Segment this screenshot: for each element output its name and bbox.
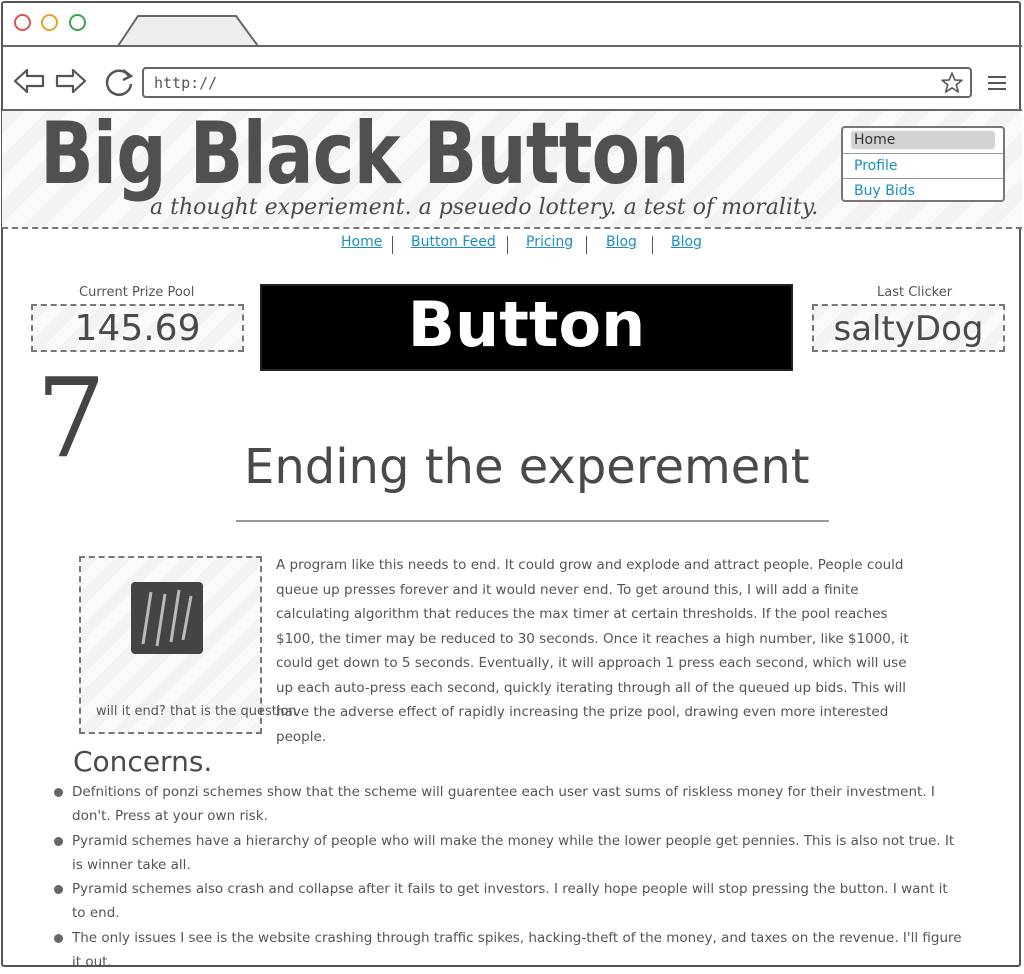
site-tagline: a thought experiement. a pseuedo lottery…: [150, 195, 819, 220]
nav-link-blog[interactable]: Blog: [606, 234, 637, 250]
article-heading: Ending the experement: [244, 439, 810, 495]
bookmark-star-icon[interactable]: [940, 71, 964, 95]
concerns-heading: Concerns.: [73, 745, 213, 778]
site-title: Big Black Button: [40, 104, 689, 204]
nav-link-blog-2[interactable]: Blog: [671, 234, 702, 250]
article-body: A program like this needs to end. It cou…: [276, 557, 909, 745]
last-clicker-label: Last Clicker: [877, 285, 953, 300]
maximize-window-button[interactable]: [69, 14, 86, 31]
address-bar[interactable]: http://: [142, 67, 972, 98]
concern-text: The only issues I see is the website cra…: [72, 929, 962, 971]
nav-separator: [392, 236, 393, 254]
nav-link-pricing[interactable]: Pricing: [526, 234, 573, 250]
concerns-list: Defnitions of ponzi schemes show that th…: [54, 780, 964, 974]
side-menu-item-home[interactable]: Home: [843, 128, 1003, 152]
hamburger-menu-icon[interactable]: [988, 75, 1006, 91]
back-arrow-icon[interactable]: [12, 66, 46, 96]
bullet-icon: [54, 788, 63, 797]
concern-text: Pyramid schemes also crash and collapse …: [72, 881, 948, 922]
prize-pool-box: 145.69: [31, 304, 244, 352]
prize-pool-value: 145.69: [74, 308, 201, 349]
nav-separator: [507, 236, 508, 254]
nav-link-home[interactable]: Home: [341, 234, 382, 250]
bullet-icon: [54, 885, 63, 895]
image-caption: will it end? that is the question: [96, 704, 297, 719]
minimize-window-button[interactable]: [41, 14, 58, 31]
nav-link-button-feed[interactable]: Button Feed: [411, 234, 496, 250]
tab-bar-divider: [2, 45, 1022, 47]
side-menu-item-buy-bids[interactable]: Buy Bids: [843, 178, 1003, 202]
address-bar-text: http://: [154, 74, 218, 92]
nav-separator: [652, 236, 653, 254]
countdown-timer: 7: [36, 354, 106, 482]
bullet-icon: [54, 933, 63, 943]
concern-text: Defnitions of ponzi schemes show that th…: [72, 784, 935, 825]
list-item: Defnitions of ponzi schemes show that th…: [54, 780, 964, 829]
image-icon: [131, 582, 203, 654]
list-item: The only issues I see is the website cra…: [54, 926, 964, 974]
last-clicker-box: saltyDog: [812, 304, 1005, 352]
bullet-icon: [54, 836, 63, 846]
side-menu: Home Profile Buy Bids: [841, 126, 1005, 202]
reload-icon[interactable]: [103, 66, 137, 98]
nav-separator: [586, 236, 587, 254]
big-button-label: Button: [407, 288, 646, 361]
prize-pool-label: Current Prize Pool: [79, 285, 195, 300]
last-clicker-value: saltyDog: [833, 309, 984, 349]
top-navigation: Home Button Feed Pricing Blog Blog: [0, 234, 1024, 258]
list-item: Pyramid schemes also crash and collapse …: [54, 877, 964, 926]
heading-divider: [236, 520, 829, 522]
browser-tab[interactable]: [116, 14, 262, 48]
list-item: Pyramid schemes have a hierarchy of peop…: [54, 829, 964, 878]
side-menu-item-profile[interactable]: Profile: [843, 153, 1003, 177]
close-window-button[interactable]: [14, 14, 31, 31]
big-black-button[interactable]: Button: [260, 284, 793, 371]
side-menu-label: Home: [854, 132, 896, 148]
concern-text: Pyramid schemes have a hierarchy of peop…: [72, 832, 955, 873]
forward-arrow-icon[interactable]: [54, 66, 88, 96]
